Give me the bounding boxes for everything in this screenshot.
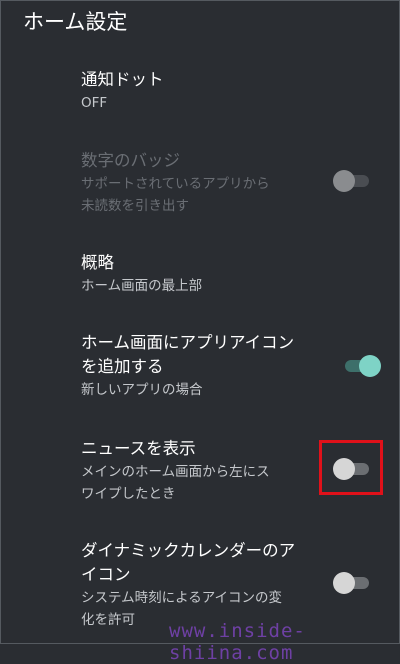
setting-show-news[interactable]: ニュースを表示 メインのホーム画面から左にス ワイプしたとき — [81, 437, 331, 505]
setting-subtitle-line2: ワイプしたとき — [81, 486, 176, 502]
setting-numeric-badge: 数字のバッジ サポートされているアプリから 未読数を引き出す — [81, 149, 331, 217]
toggle-thumb — [333, 572, 355, 594]
setting-title-line2: イコン — [81, 565, 131, 584]
setting-add-icon-to-home[interactable]: ホーム画面にアプリアイコン を追加する 新しいアプリの場合 — [81, 331, 331, 401]
toggle-thumb — [333, 170, 355, 192]
setting-title-line1: ホーム画面にアプリアイコン — [81, 333, 295, 352]
settings-screen: ホーム設定 通知ドット OFF 数字のバッジ サポートされているアプリから 未読… — [0, 0, 400, 664]
setting-dynamic-calendar-icon[interactable]: ダイナミックカレンダーのア イコン システム時刻によるアイコンの変 化を許可 — [81, 539, 331, 631]
setting-subtitle-line2: 未読数を引き出す — [81, 198, 189, 214]
add-icon-toggle[interactable] — [341, 354, 381, 378]
dynamic-calendar-toggle[interactable] — [333, 571, 373, 595]
setting-title: ニュースを表示 — [81, 439, 196, 458]
setting-subtitle: ホーム画面の最上部 — [81, 278, 203, 294]
setting-subtitle: OFF — [81, 95, 108, 111]
setting-title: 概略 — [81, 253, 114, 272]
red-highlight-box — [319, 440, 383, 495]
setting-subtitle: 新しいアプリの場合 — [81, 382, 203, 398]
watermark: www.inside-shiina.com — [169, 620, 306, 664]
setting-subtitle-line1: システム時刻によるアイコンの変 — [81, 590, 283, 606]
setting-title: 数字のバッジ — [81, 151, 180, 170]
setting-title: 通知ドット — [81, 70, 164, 89]
page-title: ホーム設定 — [23, 10, 128, 34]
numeric-badge-toggle — [333, 169, 373, 193]
setting-overview[interactable]: 概略 ホーム画面の最上部 — [81, 251, 331, 297]
setting-subtitle-line1: サポートされているアプリから — [81, 176, 270, 192]
setting-notification-dot[interactable]: 通知ドット OFF — [81, 68, 331, 114]
setting-title-line2: を追加する — [81, 357, 164, 376]
toggle-thumb — [359, 355, 381, 377]
setting-subtitle-line1: メインのホーム画面から左にス — [81, 464, 270, 480]
setting-title-line1: ダイナミックカレンダーのア — [81, 541, 296, 560]
